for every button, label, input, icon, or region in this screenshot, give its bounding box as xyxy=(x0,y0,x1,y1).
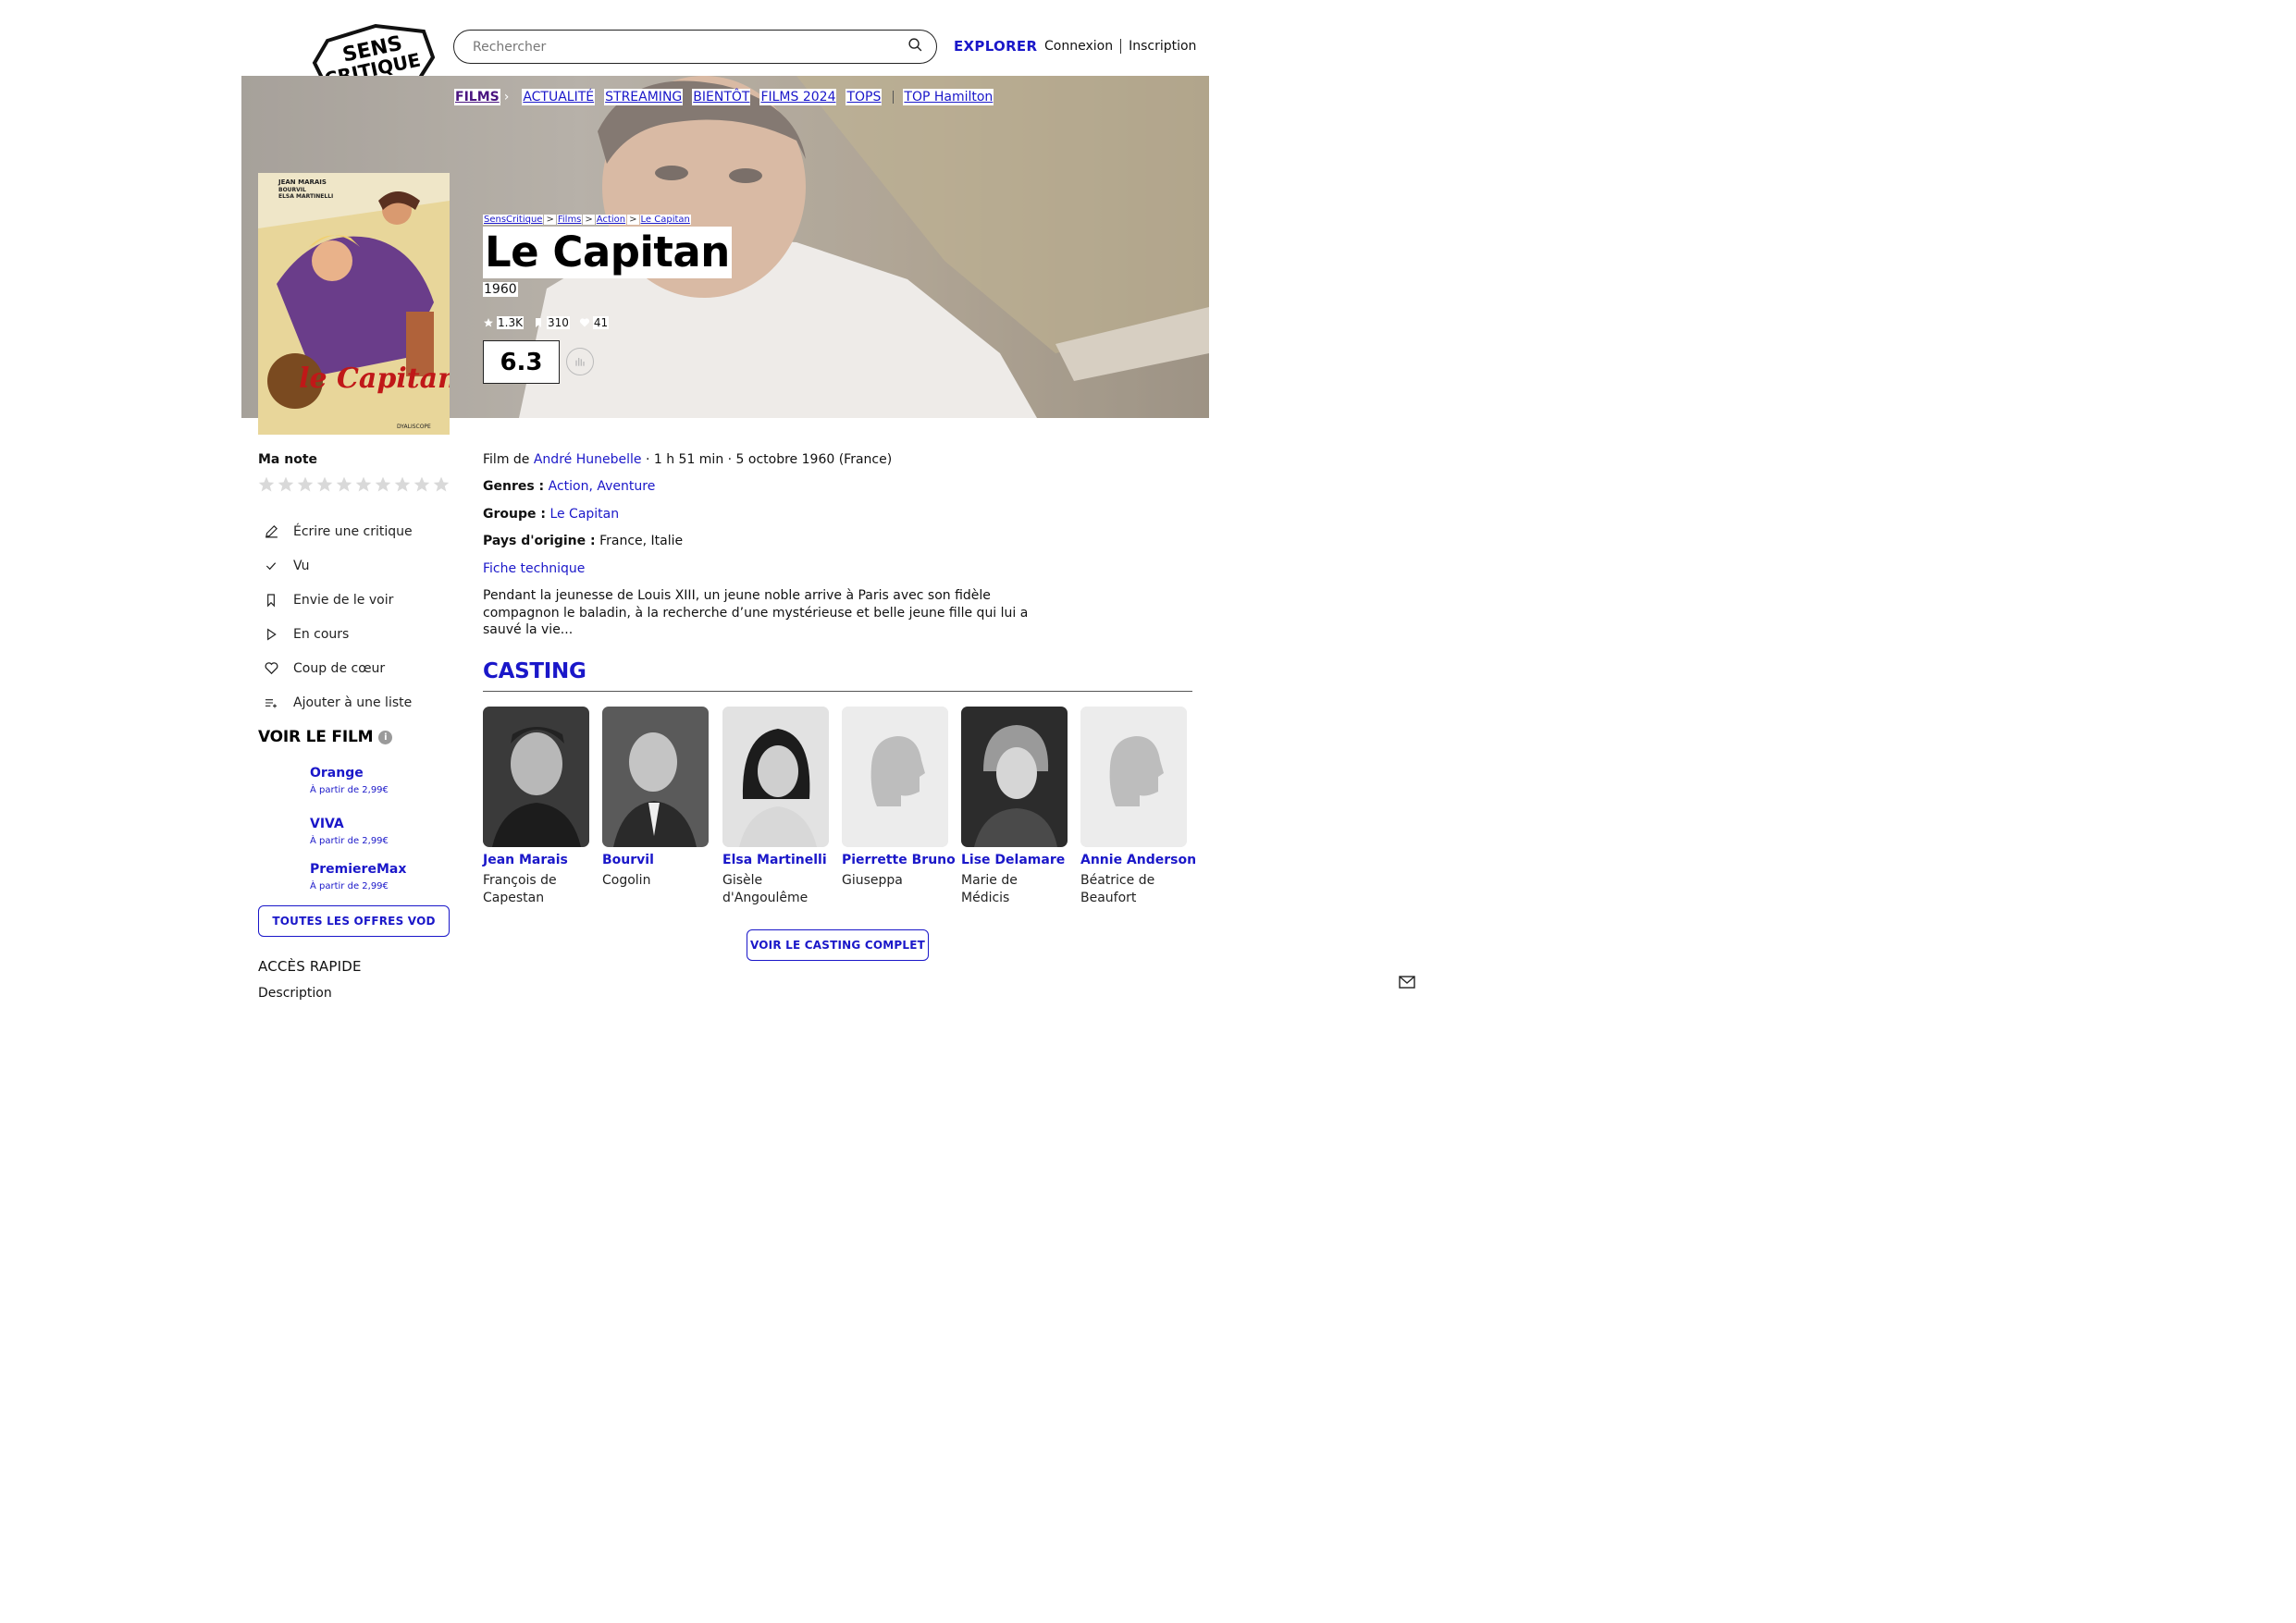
wishlist-count: 310 xyxy=(533,316,570,329)
main-nav: FILMS › ACTUALITÉ STREAMING BIENTÔT FILM… xyxy=(454,89,1003,105)
ratings-count: 1.3K xyxy=(483,316,524,329)
nav-films-2024[interactable]: FILMS 2024 xyxy=(759,89,837,105)
cast-placeholder-avatar xyxy=(842,707,948,847)
write-review-action[interactable]: Écrire une critique xyxy=(263,514,413,548)
vod-offer-orange[interactable]: Orange À partir de 2,99€ xyxy=(310,766,389,795)
star-icon xyxy=(484,318,493,327)
nav-films[interactable]: FILMS xyxy=(454,89,500,105)
star-icon[interactable] xyxy=(315,475,334,494)
chevron-right-icon: › xyxy=(503,90,510,105)
login-link[interactable]: Connexion xyxy=(1044,39,1113,54)
favorite-action[interactable]: Coup de cœur xyxy=(263,651,413,685)
star-icon[interactable] xyxy=(335,475,353,494)
star-icon[interactable] xyxy=(432,475,451,494)
seen-action[interactable]: Vu xyxy=(263,548,413,583)
watch-film-heading: VOIR LE FILM i xyxy=(258,728,393,746)
star-icon[interactable] xyxy=(257,475,276,494)
cast-member[interactable]: Annie Anderson Béatrice de Beaufort xyxy=(1080,707,1196,906)
star-icon[interactable] xyxy=(296,475,315,494)
technical-sheet-link[interactable]: Fiche technique xyxy=(483,561,585,576)
signup-link[interactable]: Inscription xyxy=(1129,39,1196,54)
full-casting-button[interactable]: VOIR LE CASTING COMPLET xyxy=(747,929,929,961)
svg-text:le Capitan: le Capitan xyxy=(299,363,450,395)
nav-top-hamilton[interactable]: TOP Hamilton xyxy=(903,89,994,105)
bookmark-icon xyxy=(535,318,541,327)
nav-bientot[interactable]: BIENTÔT xyxy=(692,89,751,105)
star-icon[interactable] xyxy=(277,475,295,494)
film-credits-line: Film de André Hunebelle · 1 h 51 min · 5… xyxy=(483,452,893,467)
countries-line: Pays d'origine : France, Italie xyxy=(483,534,684,548)
explorer-link[interactable]: EXPLORER xyxy=(954,38,1037,55)
svg-text:ELSA MARTINELLI: ELSA MARTINELLI xyxy=(278,193,333,200)
cast-photo xyxy=(483,707,589,847)
my-rating-stars[interactable] xyxy=(257,475,451,494)
film-stats: 1.3K 310 41 xyxy=(483,316,618,329)
breadcrumb-films[interactable]: Films xyxy=(556,215,583,225)
auth-links: Connexion Inscription xyxy=(1044,39,1196,54)
check-icon xyxy=(263,558,279,574)
star-icon[interactable] xyxy=(354,475,373,494)
star-icon[interactable] xyxy=(393,475,412,494)
average-score: 6.3 xyxy=(483,340,560,384)
cast-member[interactable]: Lise Delamare Marie de Médicis xyxy=(961,707,1068,906)
info-icon[interactable]: i xyxy=(378,730,393,744)
ratings-distribution-button[interactable] xyxy=(566,348,594,375)
all-vod-offers-button[interactable]: TOUTES LES OFFRES VOD xyxy=(258,905,450,937)
cast-placeholder-avatar xyxy=(1080,707,1187,847)
casting-divider xyxy=(483,691,1192,692)
svg-text:DYALISCOPE: DYALISCOPE xyxy=(397,424,431,430)
breadcrumb-action[interactable]: Action xyxy=(595,215,627,225)
genres-links[interactable]: Action, Aventure xyxy=(549,479,656,494)
vod-offer-premieremax[interactable]: PremiereMax À partir de 2,99€ xyxy=(310,862,406,891)
bookmark-icon xyxy=(263,592,279,609)
group-line: Groupe : Le Capitan xyxy=(483,507,620,522)
cast-member[interactable]: Elsa Martinelli Gisèle d'Angoulême xyxy=(722,707,830,906)
casting-heading: CASTING xyxy=(483,659,586,683)
add-list-icon xyxy=(263,695,279,711)
bar-chart-icon xyxy=(575,358,585,366)
director-link[interactable]: André Hunebelle xyxy=(534,452,642,467)
cast-member[interactable]: Bourvil Cogolin xyxy=(602,707,710,890)
svg-text:JEAN MARAIS: JEAN MARAIS xyxy=(278,178,327,186)
star-icon[interactable] xyxy=(374,475,392,494)
cast-member[interactable]: Jean Marais François de Capestan xyxy=(483,707,590,906)
film-poster[interactable]: JEAN MARAIS BOURVIL ELSA MARTINELLI le C… xyxy=(258,173,450,435)
auth-separator xyxy=(1120,39,1122,54)
nav-actualite[interactable]: ACTUALITÉ xyxy=(522,89,596,105)
page-title: Le Capitan xyxy=(483,227,732,278)
breadcrumb: SensCritique > Films > Action > Le Capit… xyxy=(483,215,691,225)
search-icon[interactable] xyxy=(907,37,923,56)
favorites-count: 41 xyxy=(579,316,610,329)
synopsis: Pendant la jeunesse de Louis XIII, un je… xyxy=(483,588,1029,637)
search-bar[interactable] xyxy=(453,30,937,64)
vod-offer-viva[interactable]: VIVA À partir de 2,99€ xyxy=(310,817,389,846)
nav-separator xyxy=(893,91,895,104)
cast-member[interactable]: Pierrette Bruno Giuseppa xyxy=(842,707,956,890)
want-to-see-action[interactable]: Envie de le voir xyxy=(263,583,413,617)
genres-line: Genres : Action, Aventure xyxy=(483,479,656,494)
cast-photo xyxy=(722,707,829,847)
play-icon xyxy=(263,626,279,643)
in-progress-action[interactable]: En cours xyxy=(263,617,413,651)
nav-streaming[interactable]: STREAMING xyxy=(604,89,684,105)
heart-icon xyxy=(579,318,589,327)
star-icon[interactable] xyxy=(413,475,431,494)
mail-icon[interactable] xyxy=(1399,975,1415,989)
cast-photo xyxy=(602,707,709,847)
svg-text:BOURVIL: BOURVIL xyxy=(278,187,306,193)
my-rating-label: Ma note xyxy=(258,452,318,467)
description-link[interactable]: Description xyxy=(258,986,332,1001)
breadcrumb-le-capitan[interactable]: Le Capitan xyxy=(639,215,691,225)
add-to-list-action[interactable]: Ajouter à une liste xyxy=(263,685,413,719)
nav-tops[interactable]: TOPS xyxy=(846,89,883,105)
film-actions: Écrire une critique Vu Envie de le voir … xyxy=(263,514,413,719)
film-year: 1960 xyxy=(483,282,518,297)
search-input[interactable] xyxy=(473,39,907,55)
pencil-icon xyxy=(263,523,279,540)
quick-access-heading: ACCÈS RAPIDE xyxy=(258,958,362,975)
cast-photo xyxy=(961,707,1068,847)
breadcrumb-senscritique[interactable]: SensCritique xyxy=(483,215,544,225)
group-link[interactable]: Le Capitan xyxy=(549,507,619,522)
heart-icon xyxy=(263,660,279,677)
